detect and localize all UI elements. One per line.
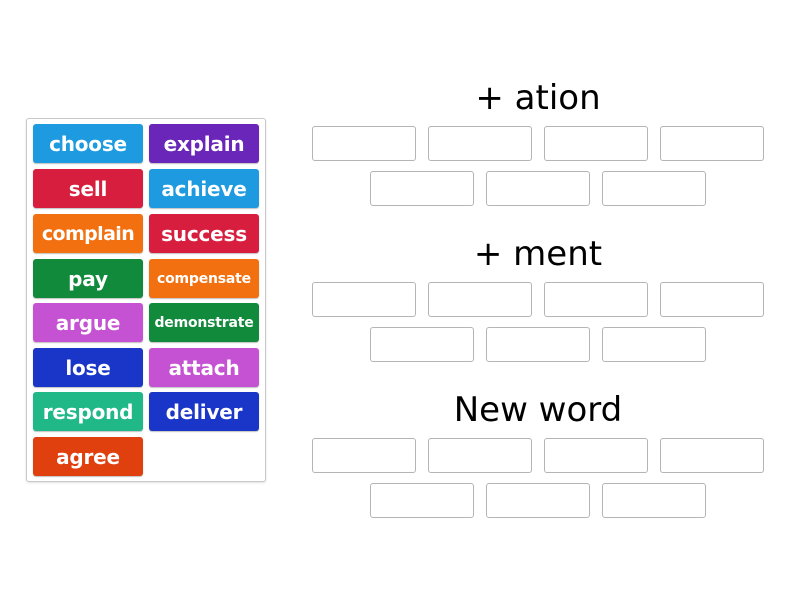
tile-label: compensate [157,270,251,287]
drop-slot[interactable] [312,438,416,473]
tile-label: complain [41,222,135,245]
tile-label: sell [68,176,108,201]
tile-label: respond [42,399,134,424]
word-tile-compensate[interactable]: compensate [149,259,259,298]
drop-slot[interactable] [312,282,416,317]
word-tile-demonstrate[interactable]: demonstrate [149,303,259,342]
drop-slot[interactable] [602,327,706,362]
word-tile-complain[interactable]: complain [33,214,143,253]
word-tile-pay[interactable]: pay [33,259,143,298]
tile-label: lose [65,355,111,380]
drop-slot[interactable] [660,126,764,161]
word-tile-deliver[interactable]: deliver [149,392,259,431]
drop-slot[interactable] [660,282,764,317]
tile-label: agree [56,444,120,469]
drop-slot[interactable] [544,126,648,161]
tile-label: achieve [161,176,247,201]
drop-slot[interactable] [660,438,764,473]
word-tile-argue[interactable]: argue [33,303,143,342]
word-tile-lose[interactable]: lose [33,348,143,387]
drop-slot[interactable] [428,126,532,161]
tile-label: deliver [165,399,243,424]
drop-slot[interactable] [370,483,474,518]
tile-label: choose [49,131,127,156]
drop-slot[interactable] [544,438,648,473]
drop-slot[interactable] [312,126,416,161]
drop-slot[interactable] [602,483,706,518]
word-tile-choose[interactable]: choose [33,124,143,163]
word-tile-explain[interactable]: explain [149,124,259,163]
drop-slot[interactable] [370,327,474,362]
tile-label: attach [168,355,240,380]
tile-label: explain [163,131,245,156]
word-tile-agree[interactable]: agree [33,437,143,476]
word-tile-success[interactable]: success [149,214,259,253]
drop-slot[interactable] [428,282,532,317]
drop-slot[interactable] [602,171,706,206]
word-tile-attach[interactable]: attach [149,348,259,387]
word-tile-achieve[interactable]: achieve [149,169,259,208]
tile-label: argue [55,310,121,335]
word-tile-sell[interactable]: sell [33,169,143,208]
group-heading-new-word: New word [453,390,623,430]
drop-slot[interactable] [544,282,648,317]
drop-slot[interactable] [486,327,590,362]
tile-label: demonstrate [154,314,254,331]
tile-label: pay [68,266,108,291]
drop-slot[interactable] [486,171,590,206]
drop-slot[interactable] [370,171,474,206]
group-heading-ment: + ment [473,234,603,274]
word-bank-panel: choose explain sell achieve complain suc… [26,118,266,482]
tile-label: success [161,221,247,246]
word-tile-respond[interactable]: respond [33,392,143,431]
group-heading-ation: + ation [475,78,601,118]
drop-slot[interactable] [486,483,590,518]
drop-slot[interactable] [428,438,532,473]
